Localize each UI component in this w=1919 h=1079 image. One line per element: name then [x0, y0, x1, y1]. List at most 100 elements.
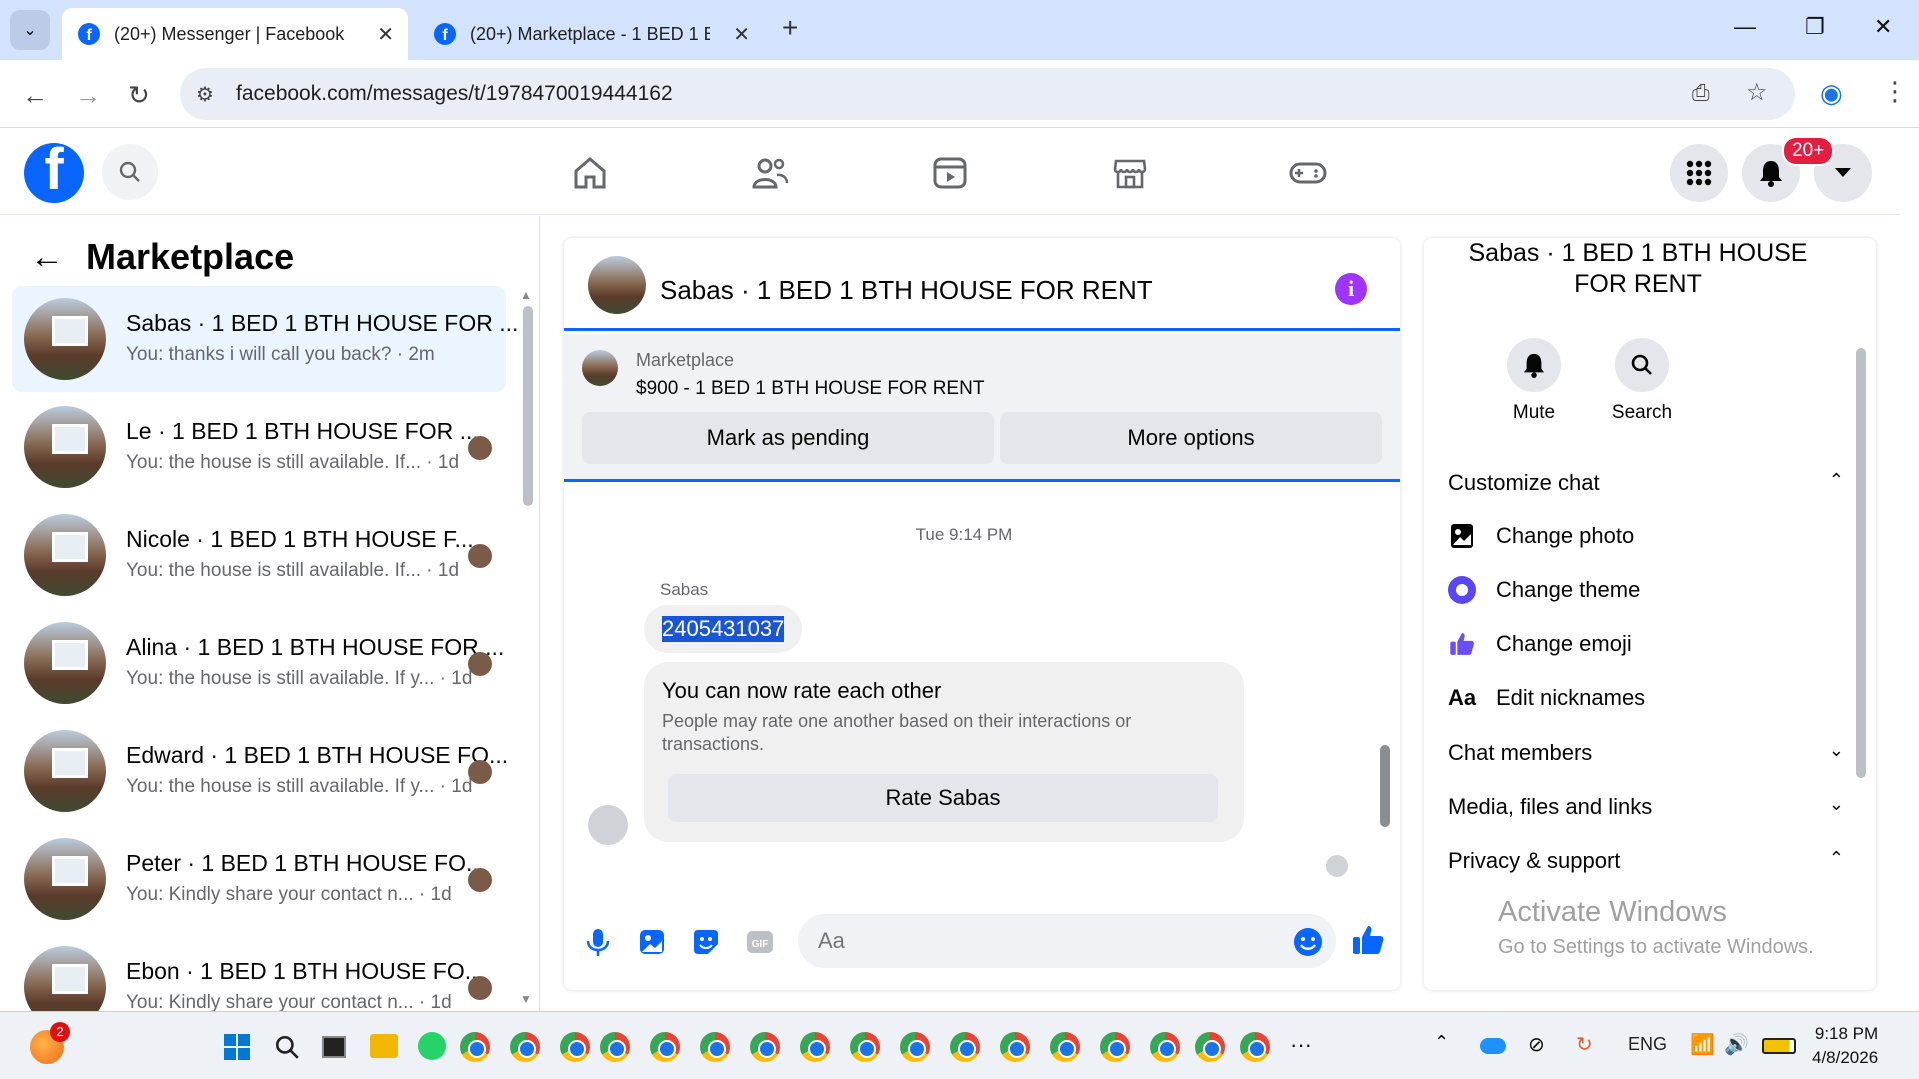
sync-off-icon[interactable]: ⊘	[1528, 1032, 1545, 1057]
conversation-item[interactable]: Peter · 1 BED 1 BTH HOUSE FO... You: Kind…	[12, 826, 506, 932]
language-indicator[interactable]: ENG	[1628, 1034, 1667, 1055]
minimize-button[interactable]: —	[1734, 14, 1756, 40]
chrome-window-icon[interactable]	[1100, 1032, 1130, 1062]
update-icon[interactable]: ↻	[1576, 1032, 1593, 1057]
message-text[interactable]: 2405431037	[662, 616, 785, 642]
friends-nav[interactable]	[746, 149, 794, 197]
sender-avatar[interactable]	[588, 805, 628, 845]
video-nav[interactable]	[926, 149, 974, 197]
customize-chat-section[interactable]: Customize chat ⌃	[1448, 470, 1844, 496]
emoji-icon[interactable]	[1292, 926, 1324, 958]
chrome-window-icon[interactable]	[800, 1032, 830, 1062]
browser-menu-icon[interactable]: ⋮	[1882, 76, 1908, 107]
chat-title[interactable]: Sabas · 1 BED 1 BTH HOUSE FOR RENT	[660, 275, 1153, 306]
chat-members-section[interactable]: Chat members ⌄	[1448, 740, 1844, 766]
search-action[interactable]: Search	[1602, 338, 1682, 424]
volume-icon[interactable]: 🔊	[1724, 1032, 1749, 1057]
tab-search-button[interactable]: ⌄	[10, 10, 50, 50]
menu-grid-button[interactable]	[1670, 144, 1728, 202]
change-emoji-item[interactable]: Change emoji	[1448, 630, 1632, 658]
chrome-window-icon[interactable]	[510, 1032, 540, 1062]
mark-as-pending-button[interactable]: Mark as pending	[582, 412, 994, 464]
scroll-up-icon[interactable]: ▲	[520, 288, 532, 302]
chrome-window-icon[interactable]	[650, 1032, 680, 1062]
conversation-item[interactable]: Edward · 1 BED 1 BTH HOUSE FO... You: the…	[12, 718, 508, 824]
back-button[interactable]: ←	[22, 80, 48, 111]
chrome-window-icon[interactable]	[950, 1032, 980, 1062]
message-bubble[interactable]: 2405431037	[644, 605, 803, 653]
listing-thumbnail[interactable]	[582, 350, 618, 386]
change-theme-item[interactable]: Change theme	[1448, 576, 1640, 604]
conversation-item[interactable]: Ebon · 1 BED 1 BTH HOUSE FO... You: Kindl…	[12, 934, 506, 1011]
rate-sabas-button[interactable]: Rate Sabas	[668, 774, 1218, 822]
chrome-window-icon[interactable]	[1195, 1032, 1225, 1062]
privacy-support-section[interactable]: Privacy & support ⌃	[1448, 848, 1844, 874]
mute-action[interactable]: Mute	[1494, 338, 1574, 424]
show-hidden-icons[interactable]: ⌃	[1434, 1032, 1449, 1053]
bookmark-star-icon[interactable]: ☆	[1746, 78, 1768, 107]
taskbar-search-icon[interactable]	[274, 1034, 300, 1060]
edit-nicknames-item[interactable]: Aa Edit nicknames	[1448, 684, 1645, 712]
task-view-icon[interactable]	[322, 1036, 346, 1058]
file-explorer-icon[interactable]	[370, 1034, 398, 1058]
change-photo-item[interactable]: Change photo	[1448, 522, 1634, 550]
sticker-icon[interactable]	[690, 926, 722, 958]
media-files-links-section[interactable]: Media, files and links ⌄	[1448, 794, 1844, 820]
details-scrollbar[interactable]	[1856, 348, 1866, 778]
battery-icon[interactable]	[1762, 1038, 1796, 1054]
chrome-window-icon[interactable]	[1050, 1032, 1080, 1062]
chrome-window-icon[interactable]	[460, 1032, 490, 1062]
photo-icon[interactable]	[636, 926, 668, 958]
listing-price-title[interactable]: $900 - 1 BED 1 BTH HOUSE FOR RENT	[636, 378, 984, 400]
back-arrow-icon[interactable]: ←	[30, 238, 64, 277]
conversation-item[interactable]: Le · 1 BED 1 BTH HOUSE FOR ... You: the h…	[12, 394, 506, 500]
site-info-icon[interactable]: ⚙	[196, 82, 214, 107]
chrome-window-icon[interactable]	[850, 1032, 880, 1062]
chrome-window-icon[interactable]	[700, 1032, 730, 1062]
microphone-icon[interactable]	[582, 926, 614, 958]
windows-start-icon[interactable]	[224, 1034, 250, 1060]
forward-button[interactable]: →	[75, 80, 101, 111]
close-tab-icon[interactable]: ✕	[377, 22, 394, 47]
chrome-window-icon[interactable]	[750, 1032, 780, 1062]
conversation-item[interactable]: Alina · 1 BED 1 BTH HOUSE FOR ... You: th…	[12, 610, 506, 716]
close-tab-icon[interactable]: ✕	[733, 22, 750, 47]
profile-icon[interactable]: ◉	[1820, 78, 1843, 109]
install-app-icon[interactable]: ⎙	[1692, 80, 1710, 106]
omnibox[interactable]: ⚙ facebook.com/messages/t/19784700194441…	[180, 68, 1795, 120]
conversation-item[interactable]: Nicole · 1 BED 1 BTH HOUSE F... You: the …	[12, 502, 506, 608]
gaming-nav[interactable]	[1284, 149, 1332, 197]
new-tab-button[interactable]: +	[782, 12, 798, 44]
url-text[interactable]: facebook.com/messages/t/1978470019444162	[236, 82, 673, 106]
chrome-window-icon[interactable]	[900, 1032, 930, 1062]
chat-avatar[interactable]	[588, 256, 646, 314]
chat-scrollbar[interactable]	[1380, 745, 1390, 827]
chrome-window-icon[interactable]	[1240, 1032, 1270, 1062]
system-clock[interactable]: 9:18 PM 4/8/2026	[1812, 1022, 1878, 1070]
chrome-window-icon[interactable]	[1150, 1032, 1180, 1062]
message-input[interactable]	[818, 928, 1278, 954]
whatsapp-icon[interactable]	[418, 1032, 446, 1060]
tab-messenger[interactable]: f (20+) Messenger | Facebook ✕	[62, 8, 408, 60]
tab-marketplace[interactable]: f (20+) Marketplace - 1 BED 1 BTH ✕	[418, 8, 764, 60]
more-apps-icon[interactable]: ···	[1290, 1032, 1312, 1058]
wifi-icon[interactable]: 📶	[1690, 1032, 1715, 1057]
chrome-window-icon[interactable]	[560, 1032, 590, 1062]
chrome-window-icon[interactable]	[600, 1032, 630, 1062]
reload-button[interactable]: ↻	[128, 80, 150, 111]
chrome-window-icon[interactable]	[1000, 1032, 1030, 1062]
scroll-down-icon[interactable]: ▼	[520, 992, 532, 1006]
close-window-button[interactable]: ✕	[1874, 14, 1892, 40]
gif-icon[interactable]: GIF	[744, 926, 776, 958]
restore-button[interactable]: ❐	[1805, 14, 1825, 40]
info-icon[interactable]: i	[1335, 273, 1367, 305]
onedrive-icon[interactable]	[1480, 1038, 1506, 1054]
home-nav[interactable]	[566, 149, 614, 197]
more-options-button[interactable]: More options	[1000, 412, 1382, 464]
facebook-search-button[interactable]	[102, 144, 158, 200]
sidebar-scrollbar[interactable]	[523, 306, 533, 506]
thumbs-up-icon[interactable]	[1350, 922, 1386, 958]
conversation-item[interactable]: Sabas · 1 BED 1 BTH HOUSE FOR ... You: th…	[12, 286, 518, 392]
facebook-logo[interactable]: f	[24, 143, 84, 203]
marketplace-nav[interactable]	[1106, 149, 1154, 197]
